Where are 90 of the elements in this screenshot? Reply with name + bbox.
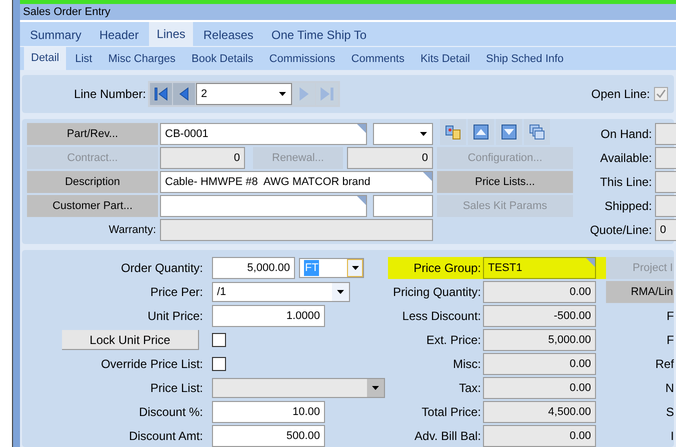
caret-icon	[372, 386, 379, 390]
field-label: Override Price List:	[100, 356, 204, 373]
field-label: Line Number:	[72, 86, 147, 104]
input-field[interactable]: 0.00	[483, 281, 596, 303]
input-field[interactable]: 0	[347, 146, 433, 169]
input-field[interactable]: 5,000.00	[212, 257, 295, 279]
input-field[interactable]: -500.00	[483, 305, 596, 327]
field-label: Pricing Quantity:	[392, 284, 482, 301]
input-field[interactable]	[373, 194, 433, 217]
tab[interactable]: One Time Ship To	[263, 24, 375, 46]
field-label: Order Quantity:	[120, 260, 204, 277]
tab[interactable]: Releases	[195, 24, 262, 46]
tab[interactable]: Header	[91, 24, 147, 46]
label-button[interactable]: Customer Part...	[27, 194, 158, 217]
field-label: Price Group:	[412, 260, 482, 277]
dropdown-field[interactable]: /1	[212, 282, 350, 302]
field-label: Misc:	[452, 356, 482, 373]
field-label: Quote/Line:	[588, 222, 653, 239]
input-field[interactable]: Cable- HMWPE #8 AWG MATCOR brand	[160, 170, 433, 193]
input-field[interactable]: 0.00	[483, 425, 596, 447]
down-button[interactable]	[496, 118, 522, 145]
up-icon	[473, 124, 489, 140]
line-number-select[interactable]: 2	[196, 83, 292, 106]
first-button[interactable]	[150, 83, 172, 106]
input-field[interactable]: 1.0000	[212, 305, 325, 327]
tab[interactable]: Detail	[24, 46, 66, 70]
field-label: Price List:	[149, 380, 204, 397]
field-label: Discount %:	[138, 404, 204, 421]
field-label: Available:	[599, 150, 653, 167]
field-label: Ext. Price:	[425, 332, 482, 349]
field-label: Tax:	[458, 380, 482, 397]
tab[interactable]: Kits Detail	[413, 48, 477, 70]
checkbox[interactable]	[654, 87, 668, 102]
input-field[interactable]: 10.00	[212, 401, 325, 423]
tab[interactable]: Summary	[22, 24, 90, 46]
input-field[interactable]: 5,000.00	[483, 329, 596, 351]
field-label: Unit Price:	[146, 308, 204, 325]
left-arrow-icon	[152, 85, 170, 104]
tab[interactable]: List	[68, 48, 100, 70]
caret-icon	[352, 266, 358, 270]
field-label: Price Per:	[149, 284, 204, 301]
tab[interactable]: Misc Charges	[101, 48, 182, 70]
label-button[interactable]: Part/Rev...	[27, 122, 158, 145]
up-button[interactable]	[468, 118, 494, 145]
field-label: Ref	[655, 356, 674, 373]
caret-icon	[420, 132, 427, 136]
input-field[interactable]	[160, 218, 433, 241]
input-field[interactable]: 500.00	[212, 425, 325, 447]
previous-button[interactable]	[173, 83, 195, 106]
field-label: On Hand:	[600, 126, 653, 143]
field-label: N	[665, 380, 674, 397]
tab[interactable]: Commissions	[262, 48, 342, 70]
field-label: I	[670, 428, 674, 445]
field-label: F	[666, 308, 674, 325]
stacked-windows-icon	[529, 124, 545, 140]
lock-unit-price-button[interactable]: Lock Unit Price	[62, 330, 199, 350]
input-field[interactable]: 4,500.00	[483, 401, 596, 423]
tab[interactable]: Ship Sched Info	[479, 48, 571, 70]
input-field[interactable]: 0.00	[483, 377, 596, 399]
field-label: S	[666, 404, 674, 421]
field-label: Less Discount:	[401, 308, 482, 325]
revision-select[interactable]	[373, 122, 433, 145]
field-label: Discount Amt:	[128, 428, 204, 445]
tab[interactable]: Lines	[148, 22, 194, 46]
field-label: Adv. Bill Bal:	[414, 428, 482, 445]
field-label: Shipped:	[604, 198, 653, 215]
action-button[interactable]: Price Lists...	[437, 170, 573, 193]
input-field[interactable]: CB-0001	[160, 122, 367, 145]
right-arrow-icon	[318, 85, 336, 104]
field-label: Total Price:	[420, 404, 482, 421]
caret-icon	[337, 290, 344, 294]
action-button[interactable]: RMA/Lin	[606, 281, 674, 303]
caret-icon	[279, 92, 286, 96]
field-label: F	[666, 332, 674, 349]
input-field[interactable]: TEST1	[483, 257, 596, 279]
field-label: This Line:	[598, 174, 653, 191]
stacked-windows-button[interactable]	[524, 118, 550, 145]
down-icon	[501, 124, 517, 140]
input-field[interactable]	[160, 194, 367, 217]
window-title: Sales Order Entry	[20, 4, 676, 20]
input-field[interactable]: 0.00	[483, 353, 596, 375]
field-label: Warranty:	[108, 222, 157, 238]
checkbox[interactable]	[212, 357, 226, 371]
input-field[interactable]: 0	[160, 146, 245, 169]
field-label: Open Line:	[591, 86, 650, 104]
label-button[interactable]: Description	[27, 170, 158, 193]
tab[interactable]: Book Details	[184, 48, 260, 70]
input-field[interactable]: 0	[655, 218, 676, 241]
tab[interactable]: Comments	[344, 48, 412, 70]
checkbox[interactable]	[212, 333, 226, 347]
